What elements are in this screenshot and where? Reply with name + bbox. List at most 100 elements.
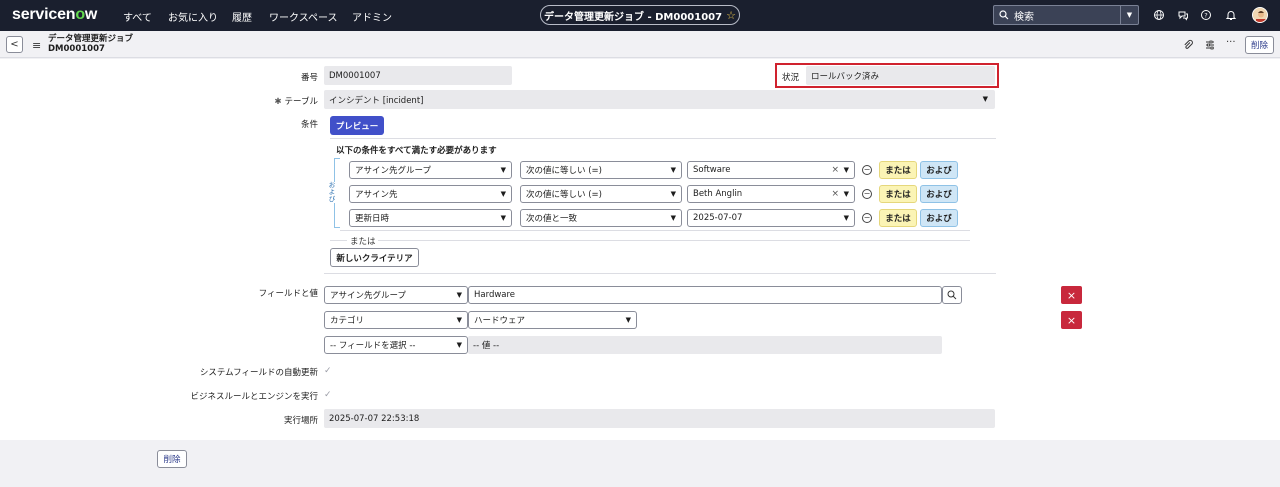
close-icon: × — [1066, 313, 1077, 327]
more-icon[interactable]: ··· — [1226, 37, 1236, 48]
remove-condition-icon[interactable]: − — [862, 165, 872, 175]
user-avatar[interactable] — [1252, 7, 1268, 23]
divider — [324, 273, 996, 274]
delete-button-header[interactable]: 削除 — [1245, 36, 1274, 54]
run-at-field: 2025-07-07 22:53:18 — [324, 409, 995, 428]
divider — [330, 138, 996, 139]
chevron-down-icon: ▼ — [625, 316, 631, 324]
chevron-down-icon: ▼ — [982, 95, 988, 103]
divider — [330, 240, 347, 241]
business-rules-label: ビジネスルールとエンジンを実行 — [190, 392, 318, 402]
chevron-down-icon: ▼ — [456, 341, 462, 349]
nav-admin[interactable]: アドミン — [352, 9, 392, 24]
condition-field-select[interactable]: アサイン先グループ ▼ — [349, 161, 512, 179]
required-mark: ✱ — [274, 97, 282, 107]
condition-field-select[interactable]: アサイン先 ▼ — [349, 185, 512, 203]
search-dropdown-icon[interactable]: ▼ — [1120, 6, 1138, 24]
chat-icon[interactable] — [1177, 9, 1189, 21]
help-icon[interactable]: ? — [1200, 9, 1212, 21]
nav-history[interactable]: 履歴 — [232, 9, 252, 24]
or-button[interactable]: または — [879, 161, 917, 179]
divider — [378, 240, 970, 241]
status-field: ロールバック済み — [806, 66, 995, 85]
nav-all[interactable]: すべて — [123, 9, 152, 24]
and-button[interactable]: および — [920, 209, 958, 227]
value-input[interactable]: Hardware — [468, 286, 942, 304]
number-field: DM0001007 — [324, 66, 512, 85]
condition-value-select[interactable]: Beth Anglin × ▼ — [687, 185, 855, 203]
or-button[interactable]: または — [879, 185, 917, 203]
field-select[interactable]: アサイン先グループ ▼ — [324, 286, 468, 304]
condition-value-select[interactable]: 2025-07-07 ▼ — [687, 209, 855, 227]
condition-value-select[interactable]: Software × ▼ — [687, 161, 855, 179]
condition-heading: 以下の条件をすべて満たす必要があります — [336, 146, 497, 156]
chevron-down-icon: ▼ — [500, 190, 506, 198]
record-header-title: データ管理更新ジョブ DM0001007 — [48, 34, 133, 54]
nav-favorites[interactable]: お気に入り — [168, 9, 218, 24]
search-input[interactable]: 検索 — [1014, 8, 1034, 23]
star-icon[interactable]: ☆ — [726, 9, 736, 22]
number-label: 番号 — [300, 73, 318, 83]
chevron-down-icon: ▼ — [670, 190, 676, 198]
fields-values-label: フィールドと値 — [258, 289, 318, 299]
and-vertical-label: および — [328, 181, 336, 203]
chevron-down-icon: ▼ — [670, 166, 676, 174]
attachment-icon[interactable] — [1182, 39, 1194, 51]
clear-icon[interactable]: × — [831, 189, 839, 199]
globe-icon[interactable] — [1153, 9, 1165, 21]
chevron-down-icon: ▼ — [843, 214, 849, 222]
table-select-value: インシデント [incident] — [329, 95, 424, 106]
record-title-text: データ管理更新ジョブ - DM0001007 — [544, 11, 723, 23]
value-select[interactable]: ハードウェア ▼ — [468, 311, 637, 329]
or-button[interactable]: または — [879, 209, 917, 227]
auto-sys-fields-checkbox[interactable]: ✓ — [324, 367, 333, 376]
and-button[interactable]: および — [920, 161, 958, 179]
record-header — [0, 31, 1280, 58]
value-placeholder: -- 値 -- — [468, 336, 942, 354]
form-container — [0, 59, 1280, 440]
condition-operator-select[interactable]: 次の値に等しい (=) ▼ — [520, 185, 682, 203]
chevron-down-icon: ▼ — [500, 166, 506, 174]
remove-field-button[interactable]: × — [1061, 311, 1082, 329]
preview-button[interactable]: プレビュー — [330, 116, 384, 135]
bell-icon[interactable] — [1225, 9, 1237, 21]
search-icon — [947, 290, 957, 300]
divider — [340, 230, 970, 231]
business-rules-checkbox[interactable]: ✓ — [324, 391, 333, 400]
record-type: データ管理更新ジョブ — [48, 34, 134, 44]
condition-operator-select[interactable]: 次の値と一致 ▼ — [520, 209, 682, 227]
or-divider-label: または — [350, 237, 376, 247]
delete-button-bottom[interactable]: 削除 — [157, 450, 187, 468]
chevron-down-icon: ▼ — [843, 166, 849, 174]
auto-sys-fields-label: システムフィールドの自動更新 — [199, 368, 318, 378]
nav-workspace[interactable]: ワークスペース — [269, 9, 338, 24]
remove-condition-icon[interactable]: − — [862, 213, 872, 223]
global-search[interactable]: 検索 ▼ — [993, 5, 1139, 25]
back-icon: < — [10, 39, 19, 50]
field-select[interactable]: カテゴリ ▼ — [324, 311, 468, 329]
chevron-down-icon: ▼ — [500, 214, 506, 222]
field-select[interactable]: -- フィールドを選択 -- ▼ — [324, 336, 468, 354]
and-button[interactable]: および — [920, 185, 958, 203]
search-icon — [999, 10, 1009, 20]
new-criteria-button[interactable]: 新しいクライテリア — [330, 248, 419, 267]
remove-field-button[interactable]: × — [1061, 286, 1082, 304]
close-icon: × — [1066, 288, 1077, 302]
condition-operator-select[interactable]: 次の値に等しい (=) ▼ — [520, 161, 682, 179]
status-label: 状況 — [782, 73, 800, 83]
hamburger-icon[interactable]: ≡ — [32, 39, 41, 52]
chevron-down-icon: ▼ — [670, 214, 676, 222]
condition-label: 条件 — [300, 120, 318, 130]
record-title-pill[interactable]: データ管理更新ジョブ - DM0001007 ☆ — [540, 5, 740, 25]
servicenow-logo[interactable]: servicenow — [12, 6, 97, 24]
remove-condition-icon[interactable]: − — [862, 189, 872, 199]
condition-field-select[interactable]: 更新日時 ▼ — [349, 209, 512, 227]
back-button[interactable]: < — [6, 36, 23, 53]
lookup-button[interactable] — [942, 286, 962, 304]
svg-text:?: ? — [1204, 11, 1207, 19]
clear-icon[interactable]: × — [831, 165, 839, 175]
table-select[interactable]: インシデント [incident] ▼ — [324, 90, 995, 109]
settings-sliders-icon[interactable] — [1204, 39, 1216, 51]
chevron-down-icon: ▼ — [456, 291, 462, 299]
chevron-down-icon: ▼ — [843, 190, 849, 198]
